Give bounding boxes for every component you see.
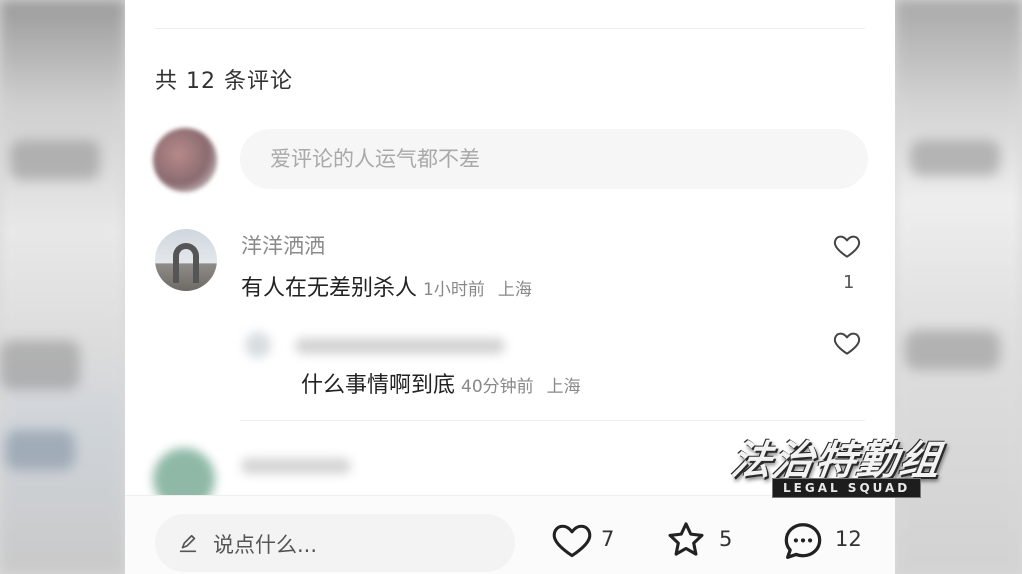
bottom-action-bar: 说点什么... 7 5 12: [125, 495, 895, 574]
heart-icon[interactable]: [832, 231, 862, 261]
reply-author-blurred: [245, 328, 515, 362]
favorite-count: 5: [719, 527, 733, 551]
pen-icon: [179, 534, 197, 553]
like-button[interactable]: 7: [549, 518, 619, 564]
like-count: 7: [601, 527, 615, 551]
current-user-avatar: [153, 128, 217, 192]
reply-body: 什么事情啊到底 40分钟前 上海: [301, 367, 581, 399]
comment-like-count: 1: [843, 272, 855, 293]
heart-icon: [552, 524, 592, 558]
comment-time: 1小时前: [423, 280, 485, 300]
divider: [240, 420, 865, 421]
comment-location: 上海: [497, 280, 532, 300]
chat-bubble-icon: [784, 523, 822, 559]
reply-location: 上海: [546, 377, 581, 397]
divider: [155, 28, 865, 29]
comment-input[interactable]: 爱评论的人运气都不差: [240, 129, 868, 189]
comment-text: 有人在无差别杀人: [241, 276, 418, 301]
commenter-avatar[interactable]: [155, 229, 217, 291]
reply-text: 什么事情啊到底: [301, 373, 456, 398]
logo-subtitle: LEGAL SQUAD: [772, 478, 922, 498]
favorite-button[interactable]: 5: [663, 518, 735, 564]
blurred-background-left: [0, 0, 125, 574]
comment-body: 有人在无差别杀人 1小时前 上海: [241, 270, 532, 302]
star-icon: [668, 522, 704, 556]
comment-count: 12: [835, 527, 862, 551]
heart-icon[interactable]: [832, 328, 862, 358]
reply-time: 40分钟前: [461, 377, 534, 397]
comment-username[interactable]: 洋洋洒洒: [241, 230, 325, 260]
say-something-input[interactable]: 说点什么...: [155, 514, 515, 572]
comment-button[interactable]: 12: [779, 518, 869, 564]
comment-count-label: 共 12 条评论: [155, 69, 293, 94]
say-something-placeholder: 说点什么...: [213, 533, 318, 557]
program-logo: 法治特勤组 LEGAL SQUAD: [728, 428, 960, 502]
